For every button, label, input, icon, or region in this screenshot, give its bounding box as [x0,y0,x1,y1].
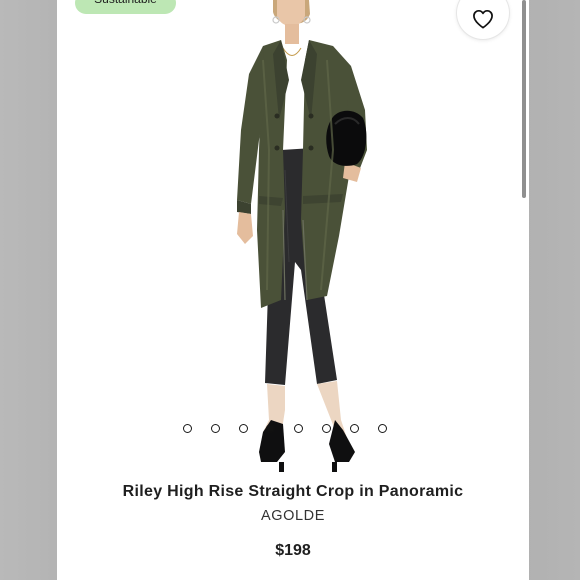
product-detail-screen: Sustainable [57,0,529,580]
carousel-dot[interactable] [377,423,387,433]
product-price: $198 [275,542,311,559]
carousel-dot[interactable] [210,423,220,433]
product-brand[interactable]: AGOLDE [57,508,529,524]
carousel-dot[interactable] [349,423,359,433]
heart-outline-icon [473,9,493,28]
product-title: Riley High Rise Straight Crop in Panoram… [122,483,464,500]
carousel-dot[interactable] [183,423,192,433]
carousel-dot[interactable] [238,423,248,433]
carousel-dot-active[interactable] [266,423,276,433]
image-carousel-dots [183,422,387,434]
carousel-dot[interactable] [321,423,331,433]
product-photo[interactable] [197,0,387,475]
carousel-dot[interactable] [294,423,304,433]
sustainable-badge: Sustainable [75,0,176,14]
scrollbar[interactable] [522,0,526,198]
wishlist-button[interactable] [457,0,509,39]
